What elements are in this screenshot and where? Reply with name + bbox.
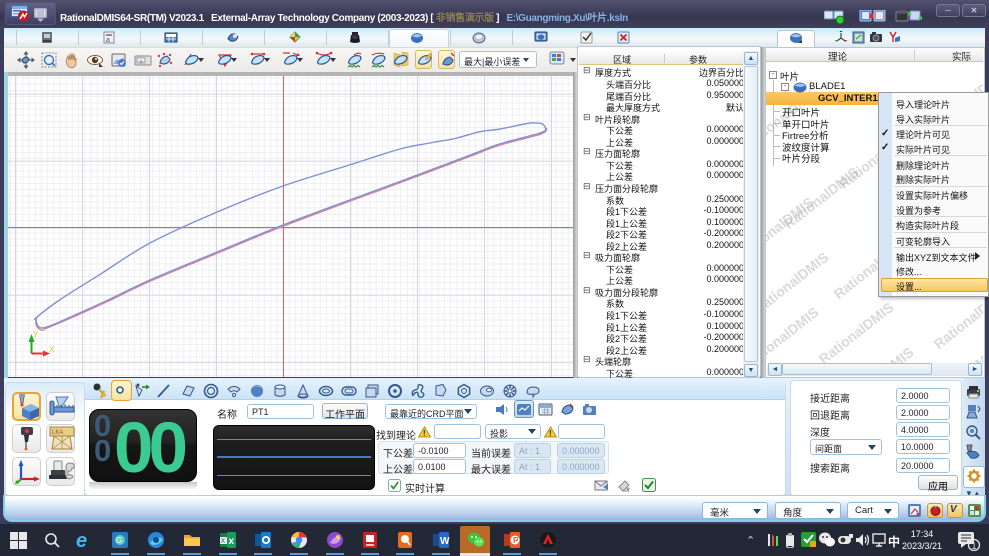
svg-text:!: ! [549, 429, 552, 438]
svg-text:!: ! [423, 429, 426, 438]
svg-text:G: G [116, 536, 122, 545]
svg-text:W: W [440, 536, 450, 547]
svg-text:LKA: LKA [52, 430, 63, 436]
svg-text:x: x [229, 536, 235, 547]
svg-text:-a-: -a- [138, 59, 144, 65]
svg-text:X: X [221, 538, 226, 545]
svg-text:a: a [106, 37, 110, 44]
svg-text:P: P [513, 536, 519, 545]
svg-text:1: 1 [972, 541, 977, 551]
svg-text:X: X [49, 345, 55, 354]
svg-text:Y: Y [33, 330, 39, 339]
svg-text:e: e [76, 531, 87, 549]
